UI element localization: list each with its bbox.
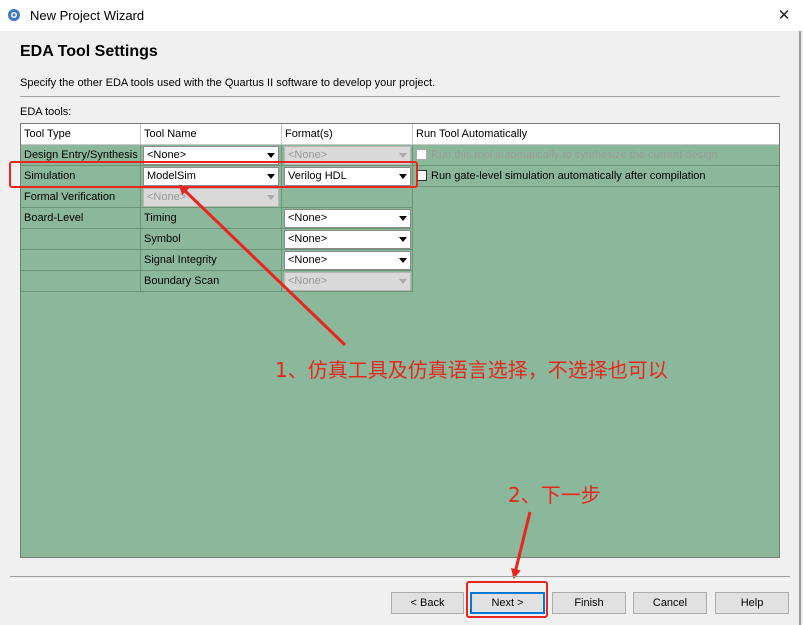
annotation-step2-text: 2、下一步 — [508, 483, 601, 507]
back-button[interactable]: < Back — [391, 592, 464, 614]
help-button[interactable]: Help — [715, 592, 789, 614]
cancel-button[interactable]: Cancel — [633, 592, 707, 614]
footer-divider — [10, 576, 790, 580]
annotation-arrow-1 — [178, 184, 347, 347]
finish-button[interactable]: Finish — [552, 592, 626, 614]
annotation-arrows — [178, 184, 532, 579]
annotation-highlight-next — [466, 581, 548, 618]
annotation-step1-text: 1、仿真工具及仿真语言选择，不选择也可以 — [275, 358, 668, 382]
annotation-arrow-2 — [511, 511, 532, 579]
